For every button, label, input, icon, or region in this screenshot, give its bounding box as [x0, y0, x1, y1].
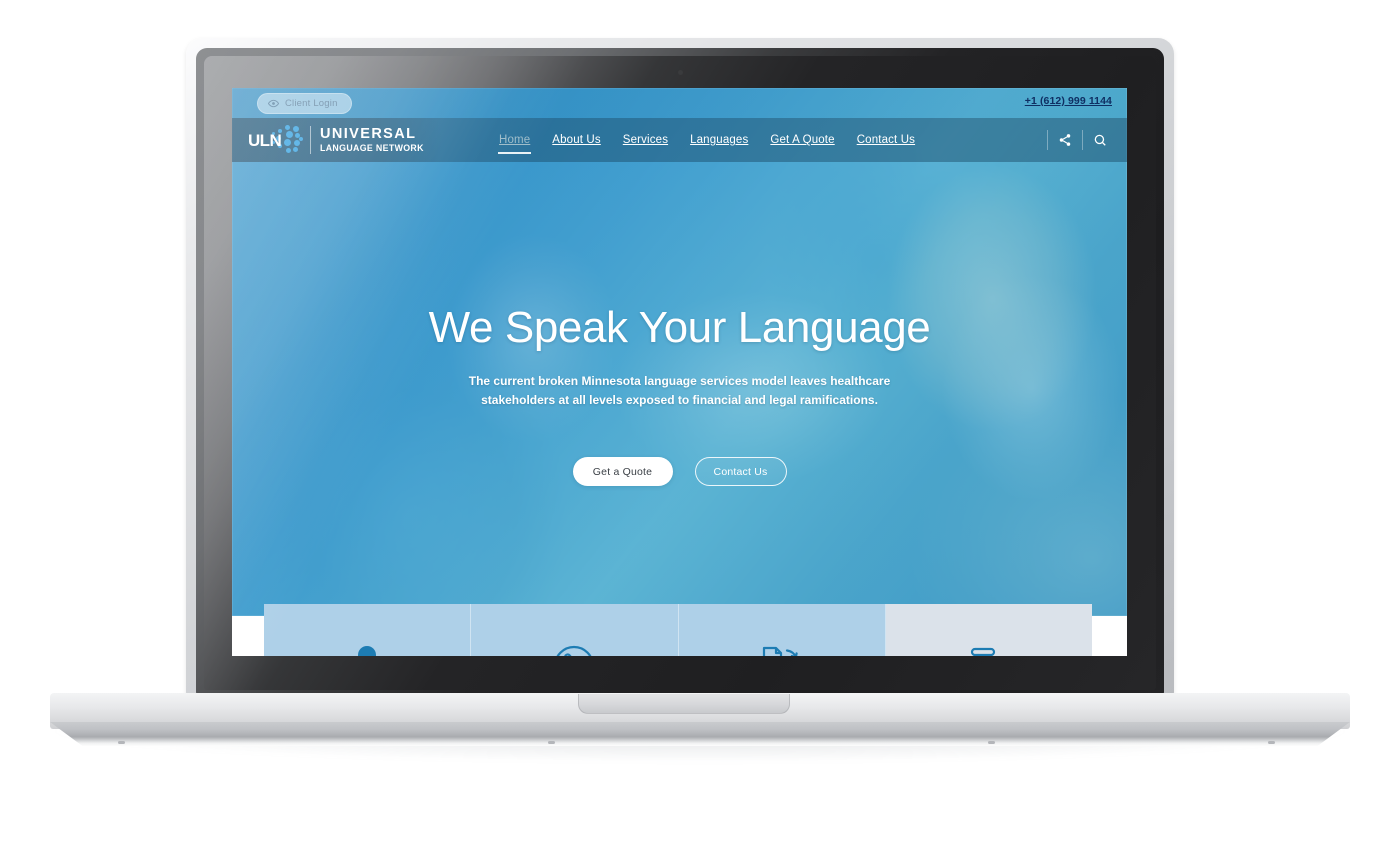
gantt-chart-icon	[966, 642, 1012, 656]
laptop-foot-center-right	[988, 741, 995, 744]
service-card-document-translation[interactable]: Document Translation	[678, 604, 886, 656]
documents-swap-icon	[759, 642, 805, 656]
phone-number-link[interactable]: +1 (612) 999 1144	[1025, 95, 1112, 107]
logo-line-1: UNIVERSAL	[320, 126, 417, 143]
hero-content: We Speak Your Language The current broke…	[232, 162, 1127, 616]
service-card-training[interactable]: Training	[885, 604, 1092, 656]
nav-item-services[interactable]: Services	[612, 134, 679, 146]
nav-actions	[1047, 118, 1117, 162]
screenshot-stage: Client Login +1 (612) 999 1144 ULN UNIVE…	[0, 0, 1400, 852]
uln-logo-mark: ULN	[246, 123, 308, 157]
nav-item-languages[interactable]: Languages	[679, 134, 759, 146]
services-card-strip: Face to Face Interpreting Telephone Inte…	[264, 604, 1092, 656]
webcam-icon	[678, 70, 683, 75]
laptop-trackpad-notch	[578, 694, 790, 714]
nav-item-home[interactable]: Home	[488, 134, 541, 154]
laptop-foot-left	[118, 741, 125, 744]
search-icon[interactable]	[1083, 118, 1117, 162]
hero-subtitle: The current broken Minnesota language se…	[468, 374, 891, 407]
logo-wordmark: UNIVERSAL LANGUAGE NETWORK	[320, 127, 424, 152]
share-icon[interactable]	[1048, 118, 1082, 162]
site-logo[interactable]: ULN UNIVERSAL LANGUAGE NETWORK	[246, 123, 424, 157]
nav-item-contact-us[interactable]: Contact Us	[846, 134, 926, 146]
utility-topbar: Client Login +1 (612) 999 1144	[232, 88, 1127, 118]
main-navbar: ULN UNIVERSAL LANGUAGE NETWORK Home Abou…	[232, 118, 1127, 162]
nav-item-get-a-quote[interactable]: Get A Quote	[759, 134, 845, 146]
logo-divider	[310, 126, 311, 154]
phone-circle-icon	[552, 642, 596, 656]
doctor-stethoscope-icon	[346, 642, 388, 656]
hero-cta-group: Get a Quote Contact Us	[232, 457, 1127, 486]
hero-section: Client Login +1 (612) 999 1144 ULN UNIVE…	[232, 88, 1127, 616]
logo-line-2: LANGUAGE NETWORK	[320, 142, 424, 153]
eye-icon	[268, 98, 279, 109]
contact-us-button[interactable]: Contact Us	[694, 457, 787, 486]
client-login-label: Client Login	[285, 98, 338, 109]
laptop-foot-right	[1268, 741, 1275, 744]
service-card-face-to-face-interpreting[interactable]: Face to Face Interpreting	[264, 604, 472, 656]
client-login-button[interactable]: Client Login	[257, 93, 352, 114]
service-card-telephone-interpreting[interactable]: Telephone Interpreting	[471, 604, 679, 656]
nav-links: Home About Us Services Languages Get A Q…	[488, 118, 926, 162]
laptop-base-front	[50, 722, 1350, 746]
website-viewport: Client Login +1 (612) 999 1144 ULN UNIVE…	[232, 88, 1127, 656]
nav-item-about-us[interactable]: About Us	[541, 134, 612, 146]
laptop-screen: Client Login +1 (612) 999 1144 ULN UNIVE…	[232, 88, 1127, 656]
get-a-quote-button[interactable]: Get a Quote	[572, 457, 673, 486]
laptop-foot-center-left	[548, 741, 555, 744]
hero-title: We Speak Your Language	[428, 303, 931, 352]
uln-logo-text: ULN	[248, 131, 282, 150]
